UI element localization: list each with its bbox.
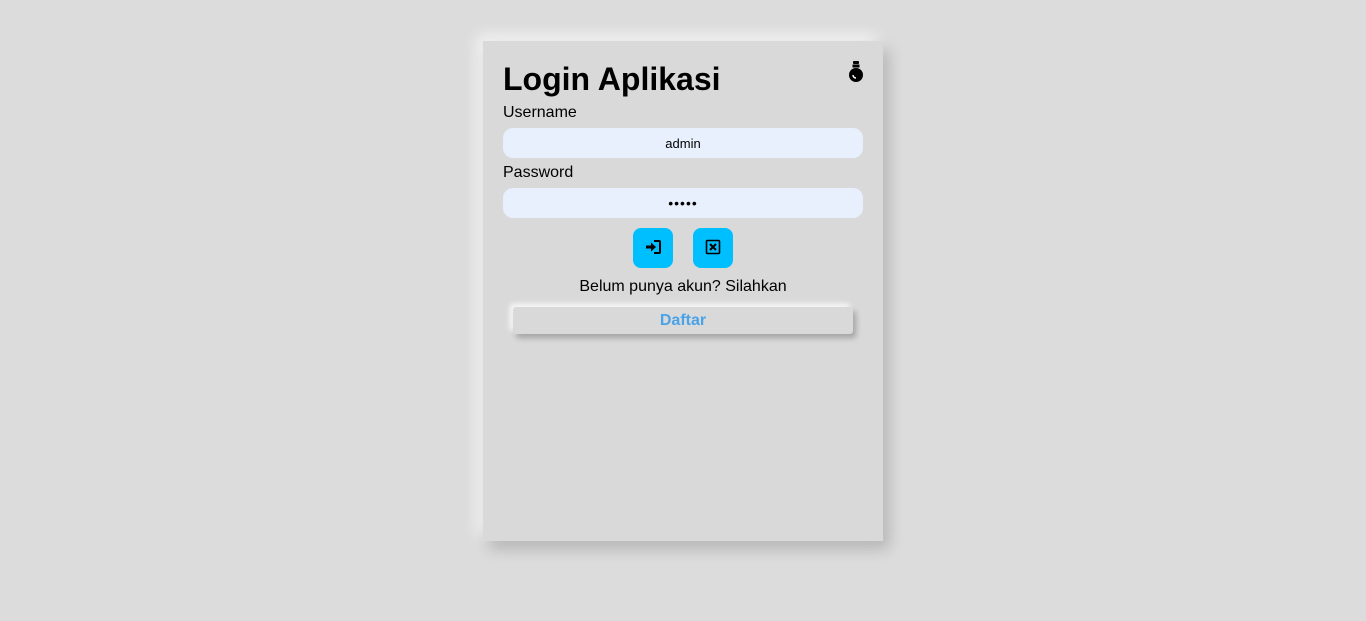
page-title: Login Aplikasi xyxy=(503,61,721,97)
username-label: Username xyxy=(503,104,577,121)
sign-in-icon xyxy=(645,239,661,257)
username-input[interactable] xyxy=(503,128,863,158)
close-box-icon xyxy=(705,239,721,258)
register-button[interactable]: Daftar xyxy=(513,307,853,334)
lightbulb-icon[interactable] xyxy=(847,60,865,84)
password-label: Password xyxy=(503,164,574,181)
clear-button[interactable] xyxy=(693,228,733,268)
login-button[interactable] xyxy=(633,228,673,268)
password-input[interactable] xyxy=(503,188,863,218)
register-prompt: Belum punya akun? Silahkan xyxy=(579,278,787,295)
login-card: Login Aplikasi Username Password Belum p… xyxy=(483,41,883,541)
